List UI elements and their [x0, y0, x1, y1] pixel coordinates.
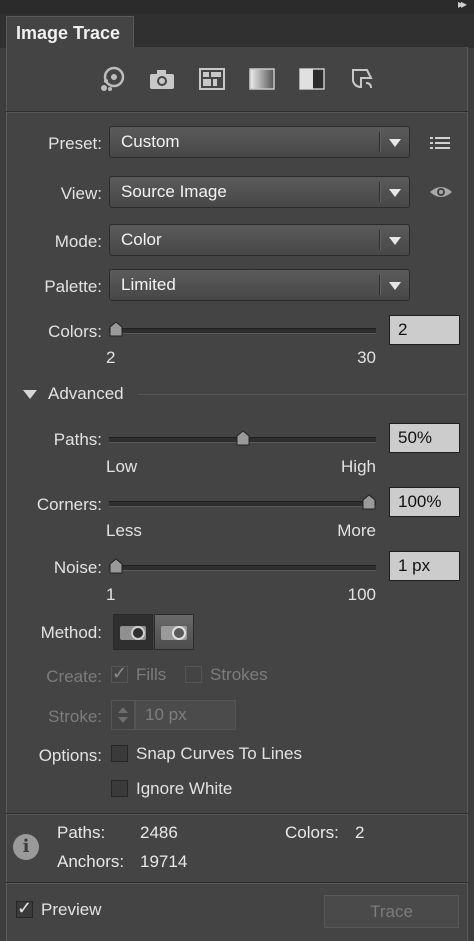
paths-min-label: Low — [106, 457, 138, 476]
paths-value-field[interactable]: 50% — [389, 423, 460, 453]
colors-slider-track[interactable] — [109, 328, 376, 334]
noise-max-label: 100 — [347, 585, 376, 604]
colors-value-field[interactable]: 2 — [389, 315, 460, 345]
snap-curves-checkbox[interactable] — [111, 745, 128, 762]
create-label: Create: — [46, 667, 102, 686]
colors-slider-thumb[interactable] — [109, 321, 123, 337]
stat-anchors-value: 19714 — [140, 852, 188, 871]
palette-value: Limited — [121, 275, 176, 294]
black-and-white-icon[interactable] — [297, 65, 327, 95]
noise-slider-thumb[interactable] — [109, 558, 123, 574]
stroke-label: Stroke: — [48, 707, 102, 726]
collapse-panel-icon[interactable]: ▸▸ — [458, 0, 467, 11]
stat-paths-value: 2486 — [140, 823, 178, 842]
low-color-icon[interactable] — [197, 65, 227, 95]
stat-colors-value: 2 — [355, 823, 365, 842]
panel-title-bar: ▸▸ — [0, 0, 474, 14]
outline-icon[interactable] — [347, 65, 377, 95]
strokes-checkbox[interactable] — [185, 666, 202, 683]
auto-color-icon[interactable] — [97, 65, 127, 95]
trace-button[interactable]: Trace — [324, 895, 459, 928]
eye-icon[interactable] — [428, 180, 454, 204]
dropdown-arrow-icon — [389, 237, 401, 245]
stroke-stepper[interactable] — [111, 700, 135, 730]
dropdown-arrow-icon — [389, 282, 401, 290]
corners-min-label: Less — [106, 521, 142, 540]
corners-label: Corners: — [36, 495, 102, 514]
paths-label: Paths: — [53, 430, 102, 449]
advanced-label[interactable]: Advanced — [48, 384, 124, 404]
colors-label: Colors: — [48, 322, 102, 341]
palette-label: Palette: — [44, 277, 102, 296]
footer-divider-highlight — [6, 883, 468, 884]
preset-value: Custom — [121, 132, 180, 151]
stats-divider-highlight — [6, 814, 468, 815]
tab-image-trace[interactable]: Image Trace — [6, 16, 134, 48]
colors-min-label: 2 — [106, 348, 116, 367]
dropdown-divider — [379, 132, 381, 152]
paths-slider-thumb[interactable] — [236, 430, 250, 446]
grayscale-icon[interactable] — [247, 65, 277, 95]
preview-checkbox[interactable]: ✓ — [16, 898, 33, 918]
checkmark-icon: ✓ — [112, 663, 128, 683]
checkmark-icon: ✓ — [17, 898, 33, 918]
colors-max-label: 30 — [357, 348, 376, 367]
overlapping-method-icon — [161, 626, 187, 640]
corners-slider-thumb[interactable] — [362, 494, 376, 510]
mode-dropdown[interactable]: Color — [109, 224, 410, 256]
stat-anchors-label: Anchors: — [57, 852, 125, 871]
strokes-label: Strokes — [210, 665, 268, 684]
mode-value: Color — [121, 230, 162, 249]
preset-label: Preset: — [48, 134, 102, 153]
method-label: Method: — [40, 623, 102, 642]
stat-paths-label: Paths: — [57, 823, 106, 842]
stepper-arrows-icon — [118, 707, 128, 723]
corners-max-label: More — [337, 521, 376, 540]
snap-curves-label: Snap Curves To Lines — [136, 744, 303, 763]
options-label: Options: — [38, 746, 102, 765]
fills-checkbox[interactable]: ✓ — [111, 663, 128, 683]
noise-min-label: 1 — [106, 585, 116, 604]
dropdown-divider — [379, 275, 381, 295]
dropdown-arrow-icon — [389, 139, 401, 147]
preset-dropdown[interactable]: Custom — [109, 126, 410, 158]
method-abutting-button[interactable] — [113, 614, 153, 650]
advanced-disclosure-icon[interactable] — [23, 390, 37, 399]
toolbar-divider-highlight — [6, 112, 468, 113]
info-icon: i — [13, 834, 39, 860]
noise-label: Noise: — [53, 558, 102, 577]
dropdown-divider — [379, 230, 381, 250]
preview-label: Preview — [41, 900, 102, 919]
abutting-method-icon — [120, 626, 146, 640]
corners-value-field[interactable]: 100% — [389, 487, 460, 517]
fills-label: Fills — [136, 665, 167, 684]
dropdown-arrow-icon — [389, 189, 401, 197]
view-label: View: — [60, 184, 102, 203]
manage-presets-icon[interactable] — [428, 131, 452, 155]
mode-label: Mode: — [54, 232, 102, 251]
stroke-value-field[interactable]: 10 px — [135, 700, 236, 730]
noise-value-field[interactable]: 1 px — [389, 551, 460, 581]
view-value: Source Image — [121, 182, 227, 201]
ignore-white-label: Ignore White — [136, 779, 233, 798]
stat-colors-label: Colors: — [285, 823, 339, 842]
noise-slider-track[interactable] — [109, 565, 376, 571]
ignore-white-checkbox[interactable] — [111, 780, 128, 797]
palette-dropdown[interactable]: Limited — [109, 269, 410, 301]
tab-label: Image Trace — [16, 23, 121, 43]
paths-max-label: High — [341, 457, 376, 476]
view-dropdown[interactable]: Source Image — [109, 176, 410, 208]
high-color-icon[interactable] — [147, 65, 177, 95]
advanced-divider — [138, 394, 468, 395]
method-overlapping-button[interactable] — [154, 614, 194, 650]
corners-slider-track[interactable] — [109, 501, 376, 507]
dropdown-divider — [379, 182, 381, 202]
